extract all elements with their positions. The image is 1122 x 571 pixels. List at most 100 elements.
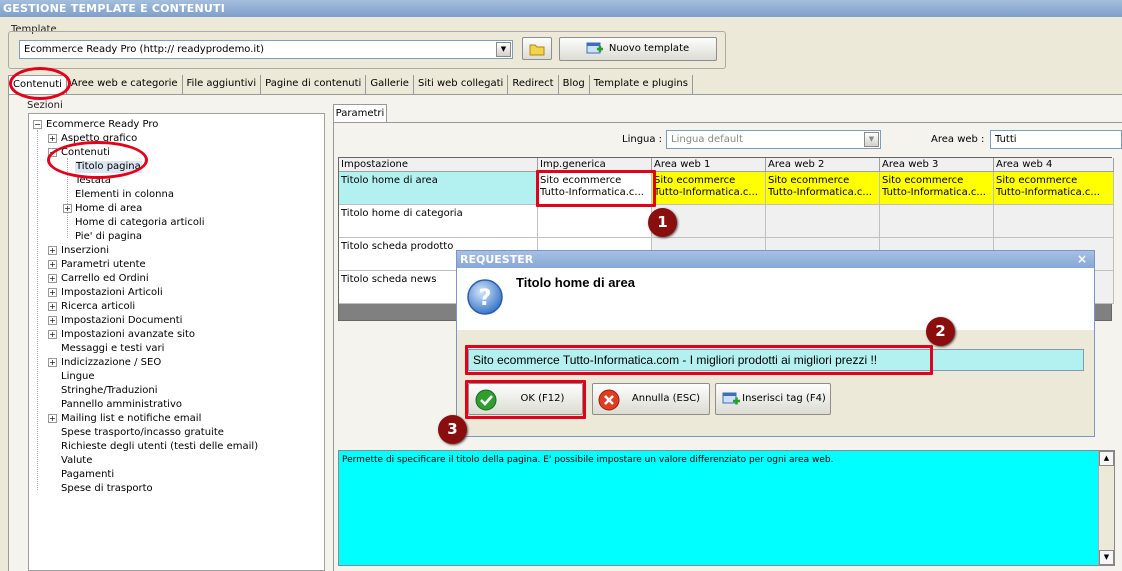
svg-text:?: ? [479,286,492,311]
tree-item[interactable]: Impostazioni avanzate sito [61,329,195,341]
sections-label: Sezioni [27,100,63,111]
insert-tag-label: Inserisci tag (F4) [742,393,826,404]
description-scrollbar[interactable]: ▲ ▼ [1098,451,1114,565]
main-tabs: Contenuti Aree web e categorie File aggiun… [8,75,693,94]
expand-icon[interactable]: + [48,358,57,367]
template-select-value: Ecommerce Ready Pro (http:// readyprodem… [24,44,265,55]
tab-redirect[interactable]: Redirect [508,75,559,94]
tree-item[interactable]: Carrello ed Ordini [61,273,149,285]
grid-cell[interactable]: Sito ecommerce Tutto-Informatica.c... [880,172,994,205]
folder-icon [529,44,545,56]
expand-icon[interactable]: + [48,330,57,339]
tab-pagine-contenuti[interactable]: Pagine di contenuti [261,75,367,94]
tree-item[interactable]: Stringhe/Traduzioni [61,385,158,397]
lingua-label: Lingua : [622,134,663,145]
add-window-icon [722,392,740,405]
tab-parametri[interactable]: Parametri [333,104,387,122]
area-web-select[interactable]: Tutti [990,130,1122,149]
close-icon[interactable]: × [1077,251,1087,268]
tree-item[interactable]: Inserzioni [61,245,109,257]
expand-icon[interactable]: + [48,414,57,423]
annotation-box-ok [465,380,586,419]
grid-header-cell[interactable]: Area web 1 [652,158,766,172]
dialog-title: REQUESTER [460,253,534,266]
tree-item[interactable]: Impostazioni Documenti [61,315,182,327]
tree-item[interactable]: Spese di trasporto [61,483,153,495]
cancel-icon [598,389,620,411]
grid-row-name[interactable]: Titolo home di area [339,172,538,205]
grid-cell[interactable] [994,205,1114,238]
grid-cell[interactable] [766,205,880,238]
description-text: Permette di specificare il titolo della … [342,455,834,465]
area-web-label: Area web : [931,134,985,145]
tree-item[interactable]: Messaggi e testi vari [61,343,164,355]
grid-header-cell[interactable]: Area web 4 [994,158,1114,172]
tab-aree-web[interactable]: Aree web e categorie [67,75,183,94]
tree-item[interactable]: Lingue [61,371,95,383]
callout-1: 1 [648,208,677,237]
add-window-icon [586,42,603,54]
cancel-button[interactable]: Annulla (ESC) [592,383,710,415]
dialog-titlebar: REQUESTER × [457,251,1094,268]
tree-item[interactable]: Pannello amministrativo [61,399,182,411]
tree-item[interactable]: Richieste degli utenti (testi delle emai… [61,441,258,453]
tree-item[interactable]: Spese trasporto/incasso gratuite [61,427,224,439]
tree-item[interactable]: Pie' di pagina [75,231,142,243]
tree-item[interactable]: Home di categoria articoli [75,217,205,229]
window-title: GESTIONE TEMPLATE E CONTENUTI [0,0,1122,17]
scroll-down-icon[interactable]: ▼ [1099,550,1114,565]
expand-icon[interactable]: + [48,288,57,297]
insert-tag-button[interactable]: Inserisci tag (F4) [715,383,831,415]
grid-cell[interactable]: Sito ecommerce Tutto-Informatica.c... [652,172,766,205]
new-template-button[interactable]: Nuovo template [559,37,717,61]
chevron-down-icon[interactable]: ▼ [864,132,879,147]
tab-gallerie[interactable]: Gallerie [366,75,414,94]
grid-header-cell[interactable]: Area web 2 [766,158,880,172]
scroll-up-icon[interactable]: ▲ [1099,451,1114,466]
grid-cell[interactable]: Sito ecommerce Tutto-Informatica.c... [766,172,880,205]
expand-icon[interactable]: + [63,204,72,213]
tab-siti-collegati[interactable]: Siti web collegati [414,75,509,94]
tab-file-aggiuntivi[interactable]: File aggiuntivi [183,75,262,94]
chevron-down-icon[interactable]: ▼ [496,42,511,57]
tree-item[interactable]: Impostazioni Articoli [61,287,163,299]
grid-row-name[interactable]: Titolo home di categoria [339,205,538,238]
new-template-label: Nuovo template [608,43,690,54]
expand-icon[interactable]: + [48,260,57,269]
tree-item[interactable]: Valute [61,455,92,467]
expand-icon[interactable]: + [48,274,57,283]
expand-icon[interactable]: + [48,134,57,143]
expand-icon[interactable]: + [48,302,57,311]
grid-cell[interactable] [880,205,994,238]
tree-item[interactable]: Ricerca articoli [61,301,135,313]
description-box: Permette di specificare il titolo della … [338,450,1115,566]
cancel-label: Annulla (ESC) [631,393,701,404]
tree-item[interactable]: Mailing list e notifiche email [61,413,201,425]
callout-2: 2 [926,317,955,346]
grid-cell[interactable]: Sito ecommerce Tutto-Informatica.c... [994,172,1114,205]
annotation-oval-titolo-pagina [47,141,148,179]
lingua-select[interactable]: Lingua default ▼ [666,130,881,149]
collapse-icon[interactable]: − [33,120,42,129]
open-folder-button[interactable] [522,37,552,60]
tree-item[interactable]: Elementi in colonna [75,189,174,201]
annotation-box-cell [536,170,656,207]
tree-item[interactable]: Indicizzazione / SEO [61,357,161,369]
tab-template-plugins[interactable]: Template e plugins [590,75,693,94]
sections-tree[interactable]: − Ecommerce Ready Pro + Aspetto grafico − Con… [28,113,325,571]
grid-header-cell[interactable]: Area web 3 [880,158,994,172]
grid-cell[interactable] [538,205,652,238]
expand-icon[interactable]: + [48,246,57,255]
tree-item[interactable]: Home di area [75,203,142,215]
grid-header-cell[interactable]: Impostazione [339,158,538,172]
area-web-select-value: Tutti [995,134,1017,145]
tree-guide-line [37,130,38,490]
question-icon: ? [467,279,503,315]
tree-item[interactable]: Pagamenti [61,469,114,481]
tree-item[interactable]: Ecommerce Ready Pro [46,119,158,131]
template-select[interactable]: Ecommerce Ready Pro (http:// readyprodem… [19,40,513,59]
tab-blog[interactable]: Blog [559,75,590,94]
expand-icon[interactable]: + [48,316,57,325]
tree-item[interactable]: Parametri utente [61,259,146,271]
callout-3: 3 [438,415,467,444]
